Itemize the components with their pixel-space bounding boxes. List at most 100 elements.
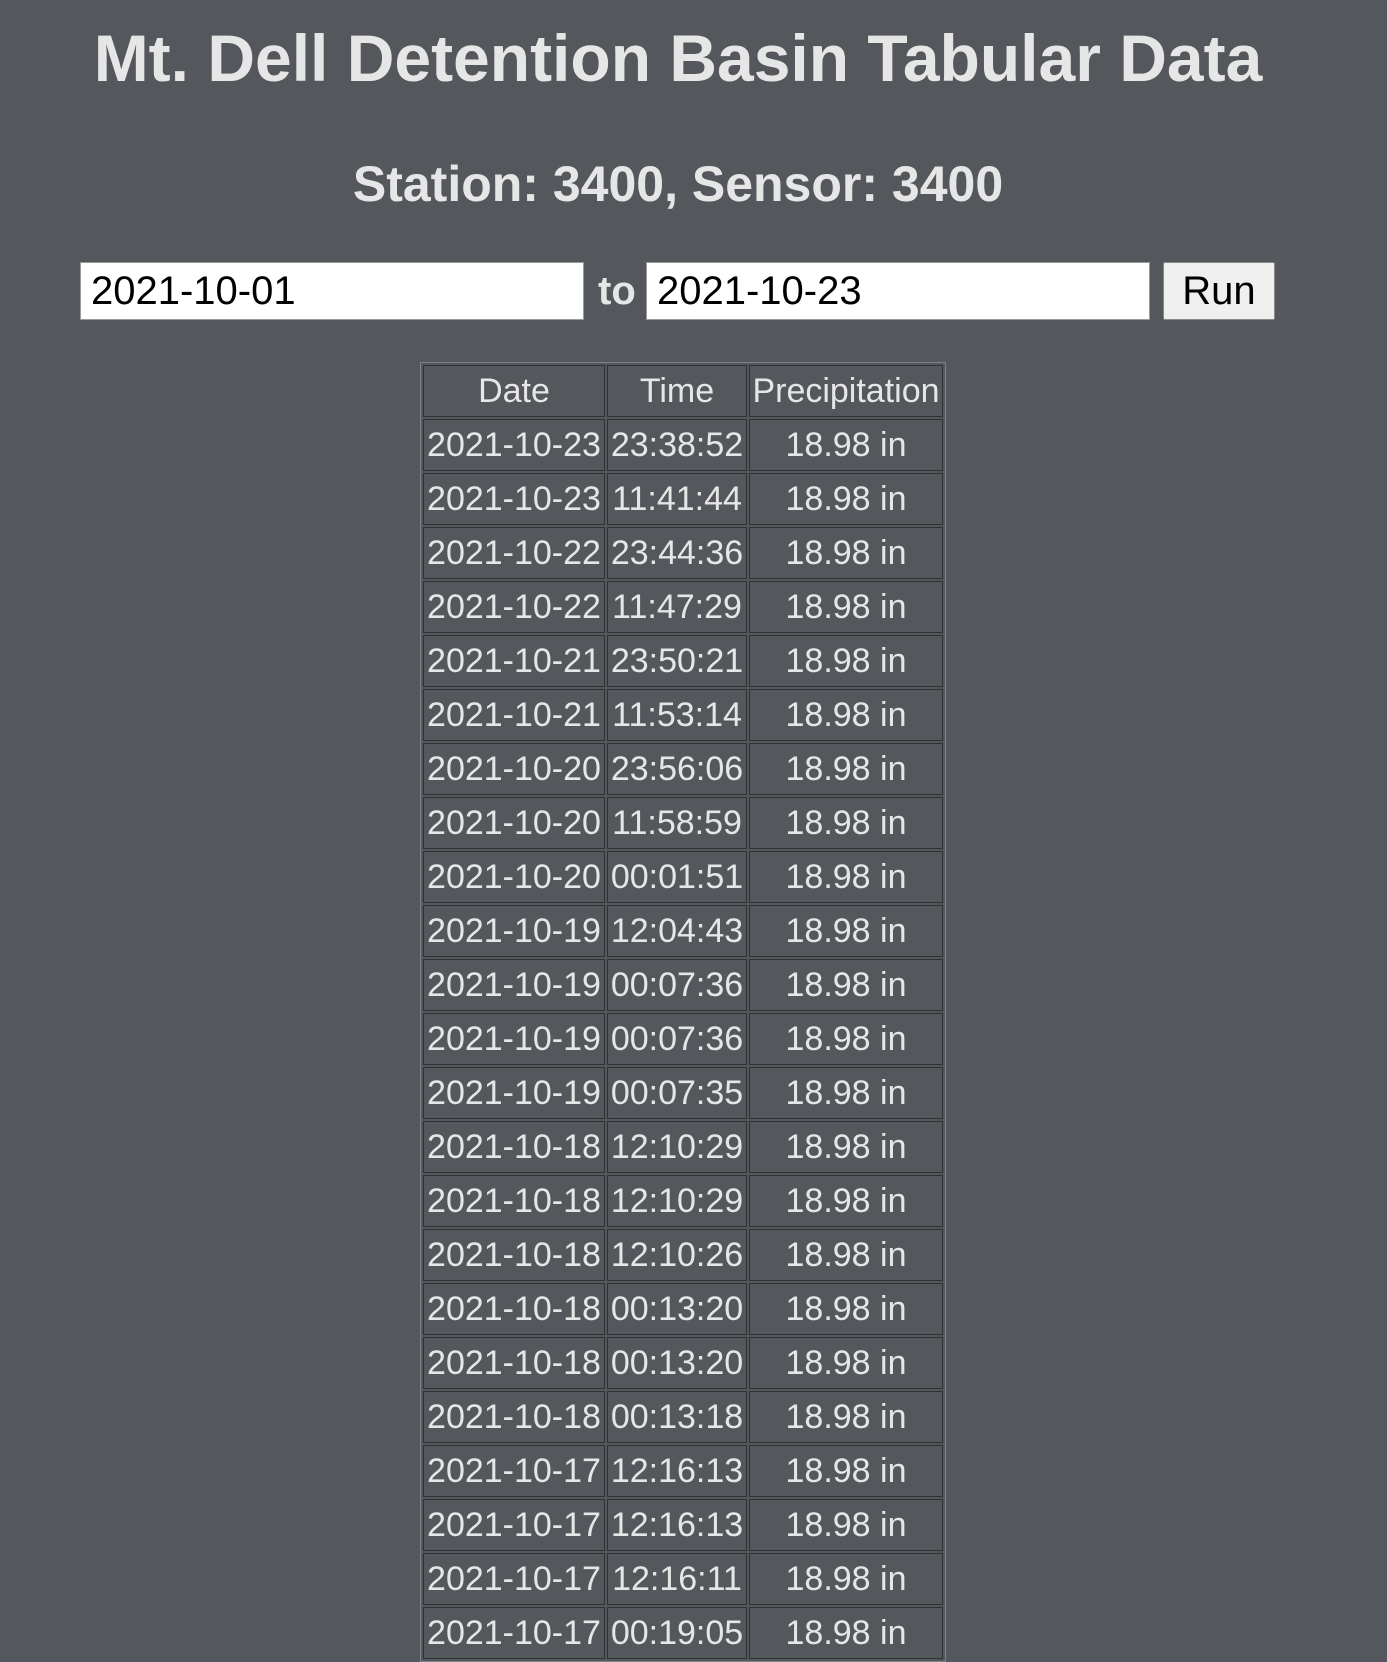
cell-time: 00:13:18	[607, 1391, 747, 1443]
cell-precipitation: 18.98 in	[749, 1013, 943, 1065]
cell-time: 12:10:26	[607, 1229, 747, 1281]
cell-date: 2021-10-17	[423, 1553, 605, 1605]
cell-time: 12:10:29	[607, 1121, 747, 1173]
cell-precipitation: 18.98 in	[749, 635, 943, 687]
cell-precipitation: 18.98 in	[749, 527, 943, 579]
cell-time: 11:53:14	[607, 689, 747, 741]
cell-date: 2021-10-23	[423, 473, 605, 525]
cell-precipitation: 18.98 in	[749, 419, 943, 471]
cell-time: 11:47:29	[607, 581, 747, 633]
cell-time: 00:07:35	[607, 1067, 747, 1119]
table-row: 2021-10-17 12:16:11 18.98 in	[423, 1553, 943, 1605]
cell-date: 2021-10-22	[423, 581, 605, 633]
cell-time: 23:44:36	[607, 527, 747, 579]
cell-date: 2021-10-19	[423, 959, 605, 1011]
cell-precipitation: 18.98 in	[749, 1283, 943, 1335]
to-label: to	[598, 269, 636, 313]
cell-precipitation: 18.98 in	[749, 1607, 943, 1659]
table-row: 2021-10-22 11:47:29 18.98 in	[423, 581, 943, 633]
cell-date: 2021-10-19	[423, 1013, 605, 1065]
cell-time: 12:16:13	[607, 1445, 747, 1497]
table-row: 2021-10-19 00:07:36 18.98 in	[423, 959, 943, 1011]
cell-time: 00:19:05	[607, 1607, 747, 1659]
table-row: 2021-10-18 00:13:20 18.98 in	[423, 1283, 943, 1335]
cell-date: 2021-10-17	[423, 1445, 605, 1497]
cell-date: 2021-10-21	[423, 635, 605, 687]
cell-time: 23:50:21	[607, 635, 747, 687]
cell-date: 2021-10-18	[423, 1283, 605, 1335]
cell-precipitation: 18.98 in	[749, 689, 943, 741]
cell-precipitation: 18.98 in	[749, 1067, 943, 1119]
table-row: 2021-10-18 00:13:18 18.98 in	[423, 1391, 943, 1443]
table-body: 2021-10-23 23:38:52 18.98 in 2021-10-23 11:4…	[423, 419, 943, 1659]
cell-date: 2021-10-18	[423, 1391, 605, 1443]
cell-date: 2021-10-18	[423, 1175, 605, 1227]
cell-date: 2021-10-19	[423, 1067, 605, 1119]
cell-time: 00:13:20	[607, 1283, 747, 1335]
cell-precipitation: 18.98 in	[749, 797, 943, 849]
cell-date: 2021-10-19	[423, 905, 605, 957]
table-row: 2021-10-23 23:38:52 18.98 in	[423, 419, 943, 471]
table-row: 2021-10-23 11:41:44 18.98 in	[423, 473, 943, 525]
precipitation-table: Date Time Precipitation 2021-10-23 23:38:…	[420, 362, 946, 1662]
table-row: 2021-10-18 00:13:20 18.98 in	[423, 1337, 943, 1389]
start-date-input[interactable]	[80, 262, 584, 320]
cell-time: 23:38:52	[607, 419, 747, 471]
column-header-time: Time	[607, 365, 747, 417]
end-date-input[interactable]	[646, 262, 1150, 320]
cell-time: 12:16:13	[607, 1499, 747, 1551]
table-row: 2021-10-18 12:10:29 18.98 in	[423, 1121, 943, 1173]
date-range-form: to Run	[80, 262, 1280, 322]
station-sensor-subtitle: Station: 3400, Sensor: 3400	[352, 156, 1004, 212]
cell-time: 12:10:29	[607, 1175, 747, 1227]
cell-date: 2021-10-20	[423, 743, 605, 795]
cell-date: 2021-10-23	[423, 419, 605, 471]
cell-precipitation: 18.98 in	[749, 743, 943, 795]
cell-time: 00:07:36	[607, 1013, 747, 1065]
cell-time: 11:58:59	[607, 797, 747, 849]
cell-date: 2021-10-17	[423, 1607, 605, 1659]
cell-date: 2021-10-18	[423, 1229, 605, 1281]
cell-precipitation: 18.98 in	[749, 1337, 943, 1389]
cell-precipitation: 18.98 in	[749, 1121, 943, 1173]
cell-time: 23:56:06	[607, 743, 747, 795]
cell-time: 00:01:51	[607, 851, 747, 903]
table-row: 2021-10-17 00:19:05 18.98 in	[423, 1607, 943, 1659]
cell-precipitation: 18.98 in	[749, 1229, 943, 1281]
cell-date: 2021-10-18	[423, 1337, 605, 1389]
table-row: 2021-10-21 23:50:21 18.98 in	[423, 635, 943, 687]
cell-precipitation: 18.98 in	[749, 581, 943, 633]
table-row: 2021-10-17 12:16:13 18.98 in	[423, 1445, 943, 1497]
table-row: 2021-10-19 00:07:35 18.98 in	[423, 1067, 943, 1119]
cell-precipitation: 18.98 in	[749, 851, 943, 903]
table-row: 2021-10-17 12:16:13 18.98 in	[423, 1499, 943, 1551]
column-header-precipitation: Precipitation	[749, 365, 943, 417]
table-row: 2021-10-20 11:58:59 18.98 in	[423, 797, 943, 849]
cell-date: 2021-10-20	[423, 797, 605, 849]
cell-precipitation: 18.98 in	[749, 905, 943, 957]
cell-time: 00:13:20	[607, 1337, 747, 1389]
table-row: 2021-10-19 00:07:36 18.98 in	[423, 1013, 943, 1065]
cell-precipitation: 18.98 in	[749, 1499, 943, 1551]
cell-time: 12:16:11	[607, 1553, 747, 1605]
cell-date: 2021-10-17	[423, 1499, 605, 1551]
cell-date: 2021-10-20	[423, 851, 605, 903]
table-row: 2021-10-20 00:01:51 18.98 in	[423, 851, 943, 903]
cell-date: 2021-10-22	[423, 527, 605, 579]
cell-time: 11:41:44	[607, 473, 747, 525]
column-header-date: Date	[423, 365, 605, 417]
table-row: 2021-10-22 23:44:36 18.98 in	[423, 527, 943, 579]
page-title: Mt. Dell Detention Basin Tabular Data	[93, 21, 1263, 95]
cell-precipitation: 18.98 in	[749, 1391, 943, 1443]
table-header-row: Date Time Precipitation	[423, 365, 943, 417]
cell-precipitation: 18.98 in	[749, 473, 943, 525]
table-row: 2021-10-21 11:53:14 18.98 in	[423, 689, 943, 741]
run-button[interactable]: Run	[1163, 262, 1275, 320]
table-row: 2021-10-18 12:10:29 18.98 in	[423, 1175, 943, 1227]
cell-precipitation: 18.98 in	[749, 1553, 943, 1605]
table-row: 2021-10-19 12:04:43 18.98 in	[423, 905, 943, 957]
table-row: 2021-10-18 12:10:26 18.98 in	[423, 1229, 943, 1281]
cell-date: 2021-10-18	[423, 1121, 605, 1173]
cell-time: 00:07:36	[607, 959, 747, 1011]
cell-precipitation: 18.98 in	[749, 959, 943, 1011]
